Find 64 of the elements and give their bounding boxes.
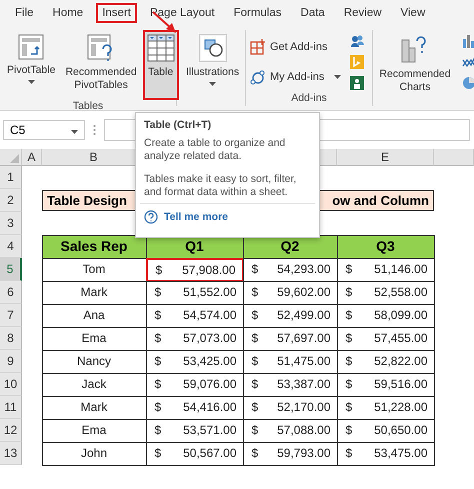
amount-text: 51,552.00: [183, 284, 236, 300]
amount-text: 52,558.00: [374, 284, 428, 300]
currency-symbol: $: [156, 262, 162, 278]
currency-symbol: $: [252, 376, 258, 392]
amount-text: 51,475.00: [277, 352, 330, 370]
currency-symbol: $: [252, 422, 258, 438]
currency-symbol: $: [154, 398, 162, 416]
tooltip-text: Create a table to organize and analyze related data.: [144, 137, 286, 163]
currency-symbol: $: [154, 352, 162, 370]
title-text: Table Design: [47, 193, 127, 208]
currency-symbol: $: [252, 398, 258, 416]
amount-text: 53,571.00: [183, 422, 236, 438]
group-label: Tables: [72, 100, 104, 112]
title-text: ow and Column: [332, 193, 429, 208]
table-header: Sales Rep: [42, 234, 146, 258]
amount-text: 58,099.00: [374, 306, 428, 324]
currency-symbol: $: [252, 330, 258, 346]
tooltip-title: Table (Ctrl+T): [144, 119, 212, 131]
currency-symbol: $: [346, 330, 352, 346]
amount-text: 52,499.00: [277, 306, 330, 324]
amount-text: 59,076.00: [183, 376, 236, 392]
amount-text: 59,793.00: [277, 444, 330, 462]
currency-symbol: $: [154, 306, 162, 324]
amount-text: 53,475.00: [374, 444, 428, 462]
currency-symbol: $: [346, 284, 352, 300]
currency-symbol: $: [154, 422, 162, 438]
currency-symbol: $: [252, 306, 258, 324]
currency-symbol: $: [346, 422, 352, 438]
amount-text: 57,455.00: [374, 330, 428, 346]
amount-text: 54,574.00: [183, 306, 236, 324]
amount-text: 53,425.00: [183, 352, 236, 370]
amount-text: 57,073.00: [183, 330, 236, 346]
currency-symbol: $: [346, 376, 352, 392]
amount-text: 57,908.00: [182, 262, 236, 278]
currency-symbol: $: [346, 398, 352, 416]
amount-text: 53,387.00: [277, 376, 330, 392]
currency-symbol: $: [154, 284, 162, 300]
currency-symbol: $: [154, 444, 162, 462]
tooltip-text: Tables make it easy to sort, filter, and format data within a sheet.: [144, 173, 298, 199]
currency-symbol: $: [154, 330, 162, 346]
currency-symbol: $: [252, 444, 258, 462]
amount-text: 50,650.00: [374, 422, 428, 438]
amount-text: 54,293.00: [277, 260, 330, 278]
amount-text: 50,567.00: [183, 444, 236, 462]
amount-text: 57,697.00: [277, 330, 330, 346]
amount-text: 59,602.00: [277, 284, 330, 300]
amount-text: 52,822.00: [374, 352, 428, 370]
currency-symbol: $: [346, 444, 352, 462]
currency-symbol: $: [154, 376, 162, 392]
group-label: Add-ins: [291, 92, 327, 104]
currency-symbol: $: [252, 260, 258, 278]
currency-symbol: $: [252, 352, 258, 370]
currency-symbol: $: [346, 306, 352, 324]
currency-symbol: $: [346, 260, 352, 278]
amount-text: 51,228.00: [374, 398, 428, 416]
amount-text: 52,170.00: [277, 398, 330, 416]
amount-text: 57,088.00: [277, 422, 330, 438]
table-cell: John: [42, 442, 146, 466]
table-header: Q3: [336, 234, 434, 258]
amount-text: 51,146.00: [374, 260, 428, 278]
currency-symbol: $: [346, 352, 352, 370]
amount-text: 54,416.00: [183, 398, 236, 416]
currency-symbol: $: [252, 284, 258, 300]
amount-text: 59,516.00: [374, 376, 428, 392]
